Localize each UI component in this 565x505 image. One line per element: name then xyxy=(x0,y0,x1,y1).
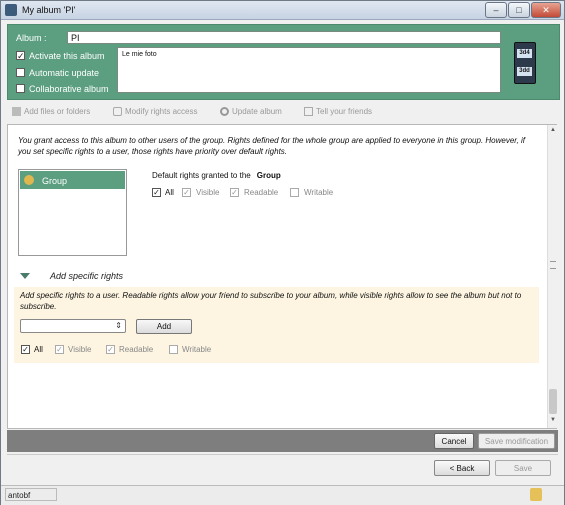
specific-visible-checkbox[interactable]: ✓ xyxy=(55,345,64,354)
specific-all-checkbox[interactable]: ✓ xyxy=(21,345,30,354)
default-writable-label: Writable xyxy=(304,188,334,197)
default-readable-checkbox[interactable]: ✓ xyxy=(230,188,239,197)
group-list[interactable]: Group xyxy=(18,169,127,256)
collaborative-album-checkbox[interactable] xyxy=(16,84,25,93)
activate-album-checkbox[interactable]: ✓ xyxy=(16,51,25,61)
specific-visible-label: Visible xyxy=(68,345,92,354)
add-files-button[interactable]: Add files or folders xyxy=(12,107,90,121)
default-visible-label: Visible xyxy=(196,188,220,197)
default-rights-label: Default rights granted to the Group xyxy=(152,171,281,180)
album-description-input[interactable]: Le mie foto xyxy=(117,47,501,93)
specific-writable-label: Writable xyxy=(182,345,212,354)
default-all-checkbox[interactable]: ✓ xyxy=(152,188,161,197)
save-modification-button[interactable]: Save modification xyxy=(478,433,555,449)
back-button[interactable]: < Back xyxy=(434,460,490,476)
default-writable-checkbox[interactable] xyxy=(290,188,299,197)
tell-friends-button[interactable]: Tell your friends xyxy=(304,107,372,121)
automatic-update-checkbox[interactable] xyxy=(16,68,25,77)
title-bar[interactable]: My album 'PI' – □ ✕ xyxy=(1,1,564,20)
album-label: Album : xyxy=(16,33,47,43)
add-files-icon xyxy=(12,107,21,117)
album-window: My album 'PI' – □ ✕ Album : PI ✓ Activat… xyxy=(0,0,565,505)
user-select[interactable]: ⇕ xyxy=(20,319,126,333)
specific-rights-panel: Add specific rights to a user. Readable … xyxy=(14,287,539,363)
modification-bar: Cancel Save modification xyxy=(7,430,558,452)
select-arrows-icon: ⇕ xyxy=(115,321,122,330)
window-title: My album 'PI' xyxy=(22,5,76,15)
maximize-button[interactable]: □ xyxy=(508,2,530,18)
group-list-item[interactable]: Group xyxy=(20,171,125,189)
minimize-button[interactable]: – xyxy=(485,2,507,18)
update-album-button[interactable]: Update album xyxy=(220,107,282,121)
album-cover-icon: 3d4 3dd xyxy=(514,42,536,84)
vertical-scrollbar[interactable]: ▲ ▼ xyxy=(547,125,558,428)
cancel-button[interactable]: Cancel xyxy=(434,433,474,449)
specific-all-label: All xyxy=(34,345,43,354)
divider xyxy=(7,454,558,455)
default-all-label: All xyxy=(165,188,174,197)
add-user-button[interactable]: Add xyxy=(136,319,192,334)
album-header: Album : PI ✓ Activate this album Automat… xyxy=(7,24,560,100)
save-button[interactable]: Save xyxy=(495,460,551,476)
activate-album-label: Activate this album xyxy=(29,51,105,61)
automatic-update-label: Automatic update xyxy=(29,68,100,78)
status-user: antobf xyxy=(5,488,57,501)
specific-rights-title: Add specific rights xyxy=(50,271,124,281)
expand-toggle-icon[interactable] xyxy=(20,273,30,279)
default-visible-checkbox[interactable]: ✓ xyxy=(182,188,191,197)
group-icon xyxy=(24,175,34,185)
scroll-up-icon[interactable]: ▲ xyxy=(549,127,557,133)
specific-readable-label: Readable xyxy=(119,345,154,354)
rights-intro-text: You grant access to this album to other … xyxy=(18,136,525,156)
specific-writable-checkbox[interactable] xyxy=(169,345,178,354)
album-name-input[interactable]: PI xyxy=(67,31,501,44)
close-button[interactable]: ✕ xyxy=(531,2,561,18)
user-status-icon[interactable] xyxy=(530,488,542,501)
specific-rights-text: Add specific rights to a user. Readable … xyxy=(20,291,522,311)
rights-panel: You grant access to this album to other … xyxy=(7,124,558,429)
refresh-icon xyxy=(220,107,229,117)
specific-readable-checkbox[interactable]: ✓ xyxy=(106,345,115,354)
app-icon xyxy=(5,4,17,16)
scroll-down-icon[interactable]: ▼ xyxy=(549,417,557,423)
album-toolbar: Add files or folders Modify rights acces… xyxy=(7,105,558,123)
lock-icon xyxy=(113,107,122,117)
status-bar: antobf xyxy=(1,485,564,505)
default-readable-label: Readable xyxy=(244,188,279,197)
mail-icon xyxy=(304,107,313,117)
modify-rights-button[interactable]: Modify rights access xyxy=(113,107,197,121)
scroll-thumb[interactable] xyxy=(549,389,557,414)
collaborative-album-label: Collaborative album xyxy=(29,84,109,94)
default-rights-target: Group xyxy=(256,171,281,180)
